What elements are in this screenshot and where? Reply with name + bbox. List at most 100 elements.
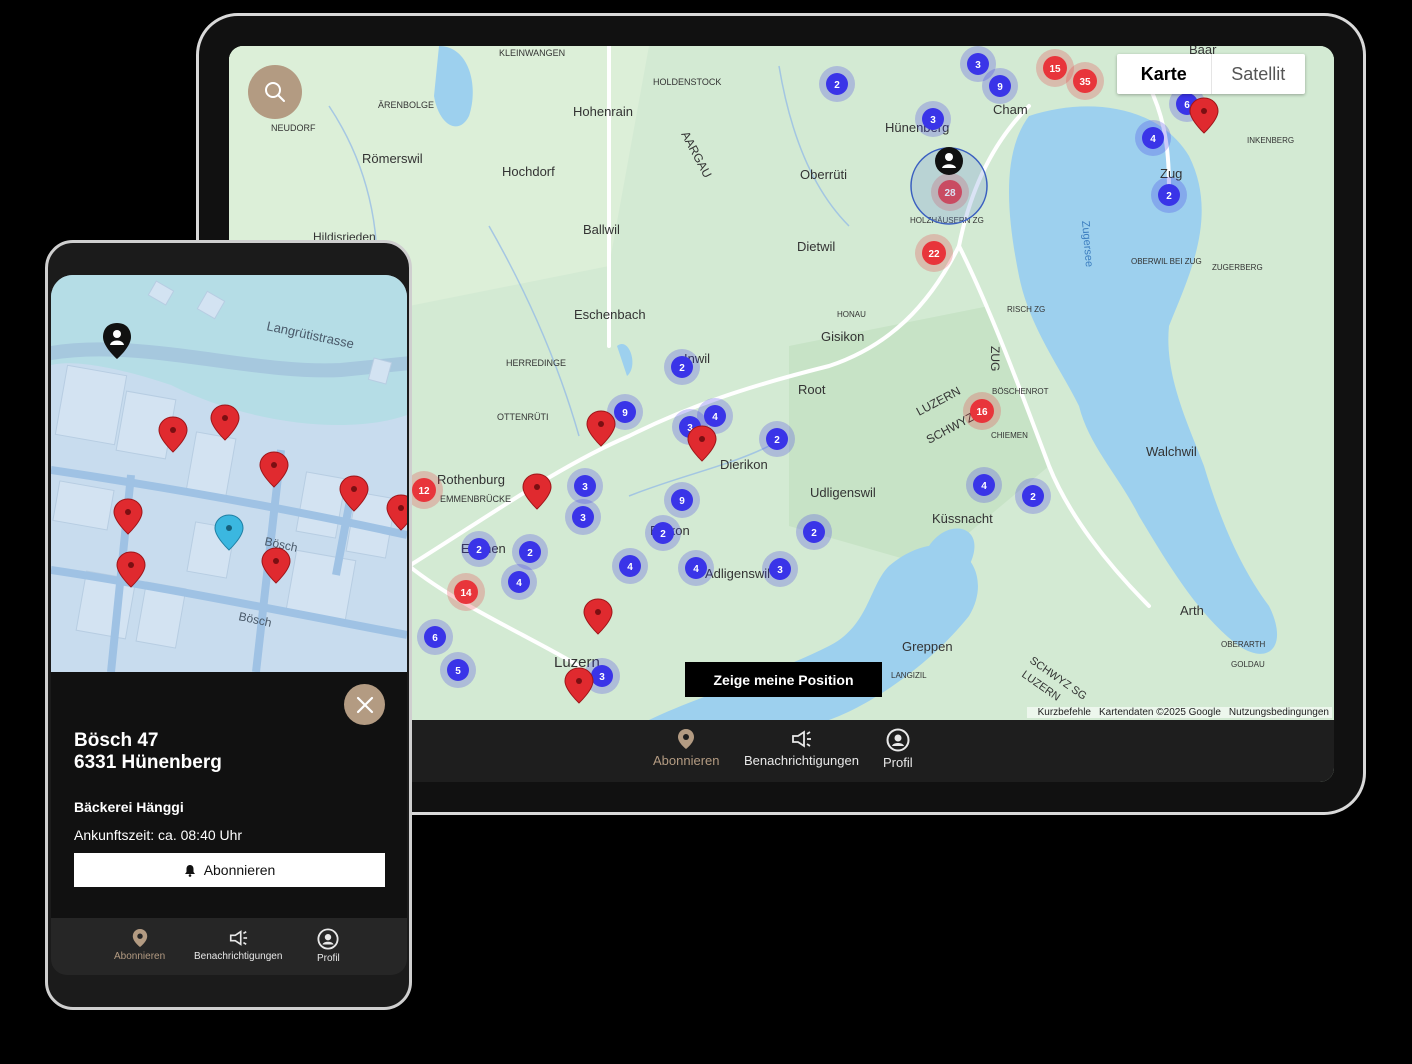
map-type-map-button[interactable]: Karte [1117,54,1212,94]
cluster-marker[interactable]: 2 [796,514,832,550]
place-label: Ballwil [583,222,620,237]
place-label: CHIEMEN [991,431,1028,440]
svg-text:3: 3 [975,60,981,71]
svg-text:4: 4 [693,564,699,575]
nav-notifications[interactable]: Benachrichtigungen [744,728,859,768]
svg-text:6: 6 [432,633,438,644]
place-label: EMMENBRÜCKE [440,494,511,504]
nav-subscribe-label: Abonnieren [114,951,166,962]
map-data-text: Kartendaten ©2025 Google [1099,707,1221,718]
address-city: 6331 Hünenberg [74,752,222,773]
cluster-marker-red[interactable]: 35 [1066,62,1104,100]
cluster-marker[interactable]: 2 [819,66,855,102]
cluster-marker[interactable]: 2 [645,515,681,551]
place-label: KLEINWANGEN [499,48,565,58]
phone-screen: Langrütistrasse Bösch Bösch Bösch 47 633… [51,275,407,975]
svg-text:2: 2 [834,80,840,91]
terms-link[interactable]: Nutzungsbedingungen [1229,707,1329,718]
svg-text:22: 22 [928,249,940,260]
cluster-marker[interactable]: 4 [1135,120,1171,156]
place-label: LANGIZIL [891,671,927,680]
nav-subscribe[interactable]: Abonnieren [114,928,165,962]
map-type-toggle: Karte Satellit [1117,54,1305,94]
search-button[interactable] [248,65,302,119]
shortcuts-link[interactable]: Kurzbefehle [1038,707,1091,718]
cluster-marker[interactable]: 4 [966,467,1002,503]
cluster-marker[interactable]: 3 [565,499,601,535]
cluster-marker[interactable]: 2 [664,349,700,385]
cluster-marker[interactable]: 6 [417,619,453,655]
cluster-marker[interactable]: 9 [982,68,1018,104]
svg-text:3: 3 [930,115,936,126]
nav-profile[interactable]: Profil [317,928,340,964]
cluster-marker[interactable]: 2 [759,421,795,457]
megaphone-icon [792,730,812,748]
cluster-marker[interactable]: 3 [915,101,951,137]
place-label: INKENBERG [1247,136,1294,145]
place-label: Cham [993,102,1028,117]
place-label: Rothenburg [437,472,505,487]
close-button[interactable] [344,684,385,725]
svg-text:16: 16 [976,407,988,418]
place-label: GOLDAU [1231,660,1265,669]
map-pin-icon [678,729,695,749]
svg-text:4: 4 [627,562,633,573]
cluster-marker[interactable]: 2 [461,531,497,567]
nav-notifications-label: Benachrichtigungen [194,951,283,962]
svg-text:4: 4 [712,412,718,423]
cluster-marker[interactable]: 3 [567,468,603,504]
cluster-marker[interactable]: 4 [501,564,537,600]
svg-text:2: 2 [527,548,533,559]
place-label: Hohenrain [573,104,633,119]
nav-profile-label: Profil [883,755,913,770]
cluster-marker[interactable]: 3 [762,551,798,587]
cluster-marker[interactable]: 5 [440,652,476,688]
svg-text:2: 2 [476,545,482,556]
place-label: Dierikon [720,457,768,472]
cluster-marker[interactable]: 4 [612,548,648,584]
cluster-marker[interactable]: 4 [678,550,714,586]
place-label: ZUGERBERG [1212,263,1263,272]
arrival-time: Ankunftszeit: ca. 08:40 Uhr [74,827,243,843]
map-pin-icon [132,929,147,947]
map-type-satellite-button[interactable]: Satellit [1212,54,1306,94]
search-icon [265,82,285,102]
place-label: Walchwil [1146,444,1197,459]
location-detail-sheet: Bösch 47 6331 Hünenberg Bäckerei Hänggi … [51,672,407,918]
place-label: ÄRENBOLGE [378,100,434,110]
place-label: Greppen [902,639,953,654]
place-label: Root [798,382,826,397]
nav-notifications[interactable]: Benachrichtigungen [194,928,282,962]
place-label: Hochdorf [502,164,555,179]
nav-profile[interactable]: Profil [883,728,913,770]
place-label: Adligenswil [705,566,770,581]
place-label: RISCH ZG [1007,305,1045,314]
place-label: HERREDINGE [506,358,566,368]
megaphone-icon [230,930,248,946]
cluster-marker[interactable]: 2 [1151,177,1187,213]
nav-subscribe[interactable]: Abonnieren [653,728,720,768]
place-label: OBERARTH [1221,640,1266,649]
subscribe-button[interactable]: Abonnieren [74,853,385,887]
svg-text:3: 3 [777,565,783,576]
cluster-marker[interactable]: 9 [664,482,700,518]
show-my-position-button[interactable]: Zeige meine Position [685,662,882,697]
place-label: Eschenbach [574,307,646,322]
svg-text:4: 4 [516,578,522,589]
profile-icon [317,928,339,950]
place-label: BÖSCHENROT [992,387,1049,396]
place-label: NEUDORF [271,123,316,133]
svg-text:9: 9 [622,408,628,419]
svg-text:6: 6 [1184,100,1190,111]
svg-text:3: 3 [580,513,586,524]
phone-bottom-nav: Abonnieren Benachrichtigungen Profil [51,918,407,975]
svg-text:3: 3 [582,482,588,493]
phone-map[interactable]: Langrütistrasse Bösch Bösch [51,275,407,672]
cluster-marker[interactable]: 2 [1015,478,1051,514]
cluster-marker-red[interactable]: 16 [963,392,1001,430]
cluster-marker-red[interactable]: 14 [447,573,485,611]
place-label: HONAU [837,310,866,319]
cluster-marker-red[interactable]: 22 [915,234,953,272]
place-label: ZUG [988,346,1002,371]
svg-text:2: 2 [811,528,817,539]
